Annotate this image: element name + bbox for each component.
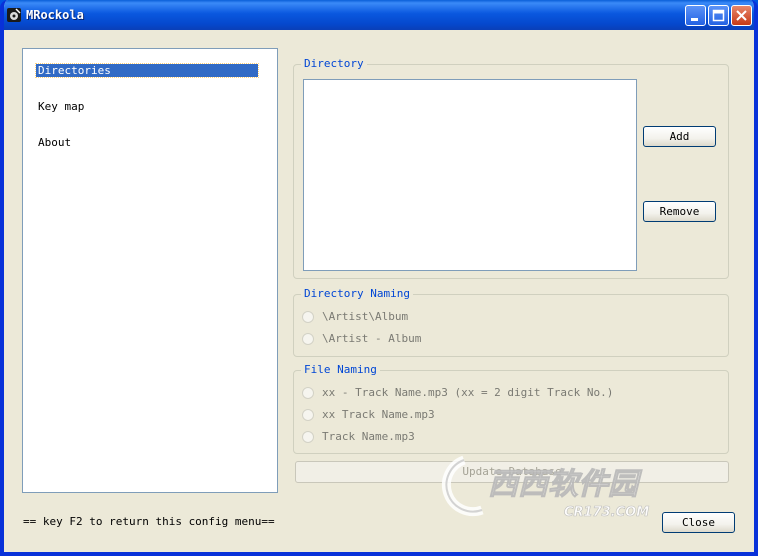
nav-item-key-map[interactable]: Key map: [36, 100, 86, 113]
config-window: MRockola Directories Key map About Direc…: [0, 0, 758, 556]
directory-group: Directory Add Remove: [293, 57, 729, 279]
radio-label: xx - Track Name.mp3 (xx = 2 digit Track …: [322, 386, 614, 399]
radio-button[interactable]: [302, 333, 314, 345]
update-database-button[interactable]: Update Database: [295, 461, 729, 483]
directory-naming-title: Directory Naming: [301, 287, 413, 300]
radio-button[interactable]: [302, 387, 314, 399]
remove-button[interactable]: Remove: [643, 201, 716, 222]
radio-button[interactable]: [302, 311, 314, 323]
add-button[interactable]: Add: [643, 126, 716, 147]
nav-item-directories[interactable]: Directories: [35, 63, 259, 78]
config-content: Directories Key map About Directory Add …: [4, 30, 754, 552]
close-window-button[interactable]: [731, 5, 752, 26]
radio-label: \Artist\Album: [322, 310, 409, 323]
config-hint: == key F2 to return this config menu==: [23, 515, 275, 528]
title-bar[interactable]: MRockola: [4, 0, 754, 30]
directory-naming-group: Directory Naming \Artist\Album \Artist -…: [293, 287, 729, 357]
radio-label: xx Track Name.mp3: [322, 408, 435, 421]
radio-label: \Artist - Album: [322, 332, 422, 345]
directory-group-title: Directory: [301, 57, 367, 70]
maximize-icon: [712, 9, 725, 22]
window-title: MRockola: [26, 8, 84, 22]
close-button[interactable]: Close: [662, 512, 735, 533]
file-naming-group: File Naming xx - Track Name.mp3 (xx = 2 …: [293, 363, 729, 454]
section-list[interactable]: Directories Key map About: [22, 48, 278, 493]
file-naming-title: File Naming: [301, 363, 380, 376]
app-icon: [7, 8, 21, 22]
radio-label: Track Name.mp3: [322, 430, 415, 443]
close-icon: [736, 10, 747, 21]
directory-list[interactable]: [303, 79, 637, 271]
radio-button[interactable]: [302, 409, 314, 421]
nav-item-about[interactable]: About: [36, 136, 73, 149]
minimize-button[interactable]: [685, 5, 706, 26]
watermark-subtext: CR173.COM: [564, 505, 649, 520]
radio-button[interactable]: [302, 431, 314, 443]
minimize-icon: [691, 18, 698, 21]
maximize-button[interactable]: [708, 5, 729, 26]
